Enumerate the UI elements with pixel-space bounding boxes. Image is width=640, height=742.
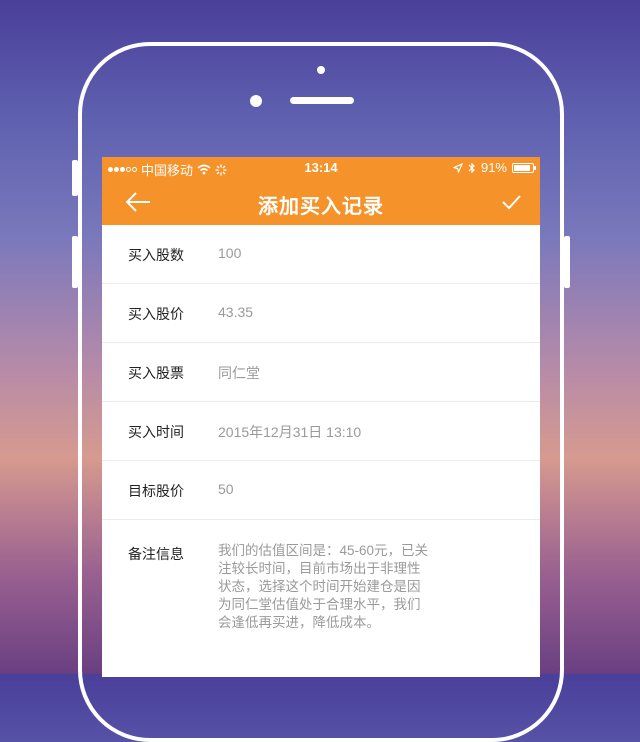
note-label: 备注信息 (128, 546, 184, 562)
page-title: 添加买入记录 (258, 194, 384, 218)
target-price-value[interactable]: 50 (218, 481, 234, 497)
form-row-note[interactable]: 备注信息 我们的估值区间是：45-60元，已关注较长时间，目前市场出于非理性状态… (102, 520, 540, 660)
form-row-time[interactable]: 买入时间 2015年12月31日 13:10 (102, 402, 540, 461)
note-value[interactable]: 我们的估值区间是：45-60元，已关注较长时间，目前市场出于非理性状态，选择这个… (218, 542, 430, 632)
price-label: 买入股价 (128, 306, 184, 322)
battery-percent: 91% (480, 160, 507, 175)
target-price-label: 目标股价 (128, 483, 184, 499)
form-row-price[interactable]: 买入股价 43.35 (102, 284, 540, 343)
time-value[interactable]: 2015年12月31日 13:10 (218, 422, 361, 442)
battery-icon (512, 162, 536, 173)
stock-value[interactable]: 同仁堂 (218, 363, 260, 383)
app-screen: 中国移动 13:14 91% 添加买入记录 买入股数 100 买入股价 43.3… (102, 157, 540, 677)
bluetooth-icon (468, 162, 475, 173)
speaker-grille (290, 97, 354, 104)
status-bar: 中国移动 13:14 91% (102, 157, 540, 179)
price-value[interactable]: 43.35 (218, 304, 253, 320)
power-button (564, 236, 570, 288)
stock-label: 买入股票 (128, 365, 184, 381)
location-icon (452, 162, 463, 173)
checkmark-icon[interactable] (500, 191, 522, 213)
volume-button (72, 160, 78, 196)
sensor-dot (250, 95, 262, 107)
form-row-target-price[interactable]: 目标股价 50 (102, 461, 540, 520)
form-row-stock[interactable]: 买入股票 同仁堂 (102, 343, 540, 402)
volume-up-button (72, 236, 78, 288)
navigation-bar: 添加买入记录 (102, 179, 540, 225)
time-label: 买入时间 (128, 424, 184, 440)
shares-label: 买入股数 (128, 247, 184, 263)
front-camera (317, 66, 325, 74)
form-row-shares[interactable]: 买入股数 100 (102, 225, 540, 284)
shares-value[interactable]: 100 (218, 245, 241, 261)
